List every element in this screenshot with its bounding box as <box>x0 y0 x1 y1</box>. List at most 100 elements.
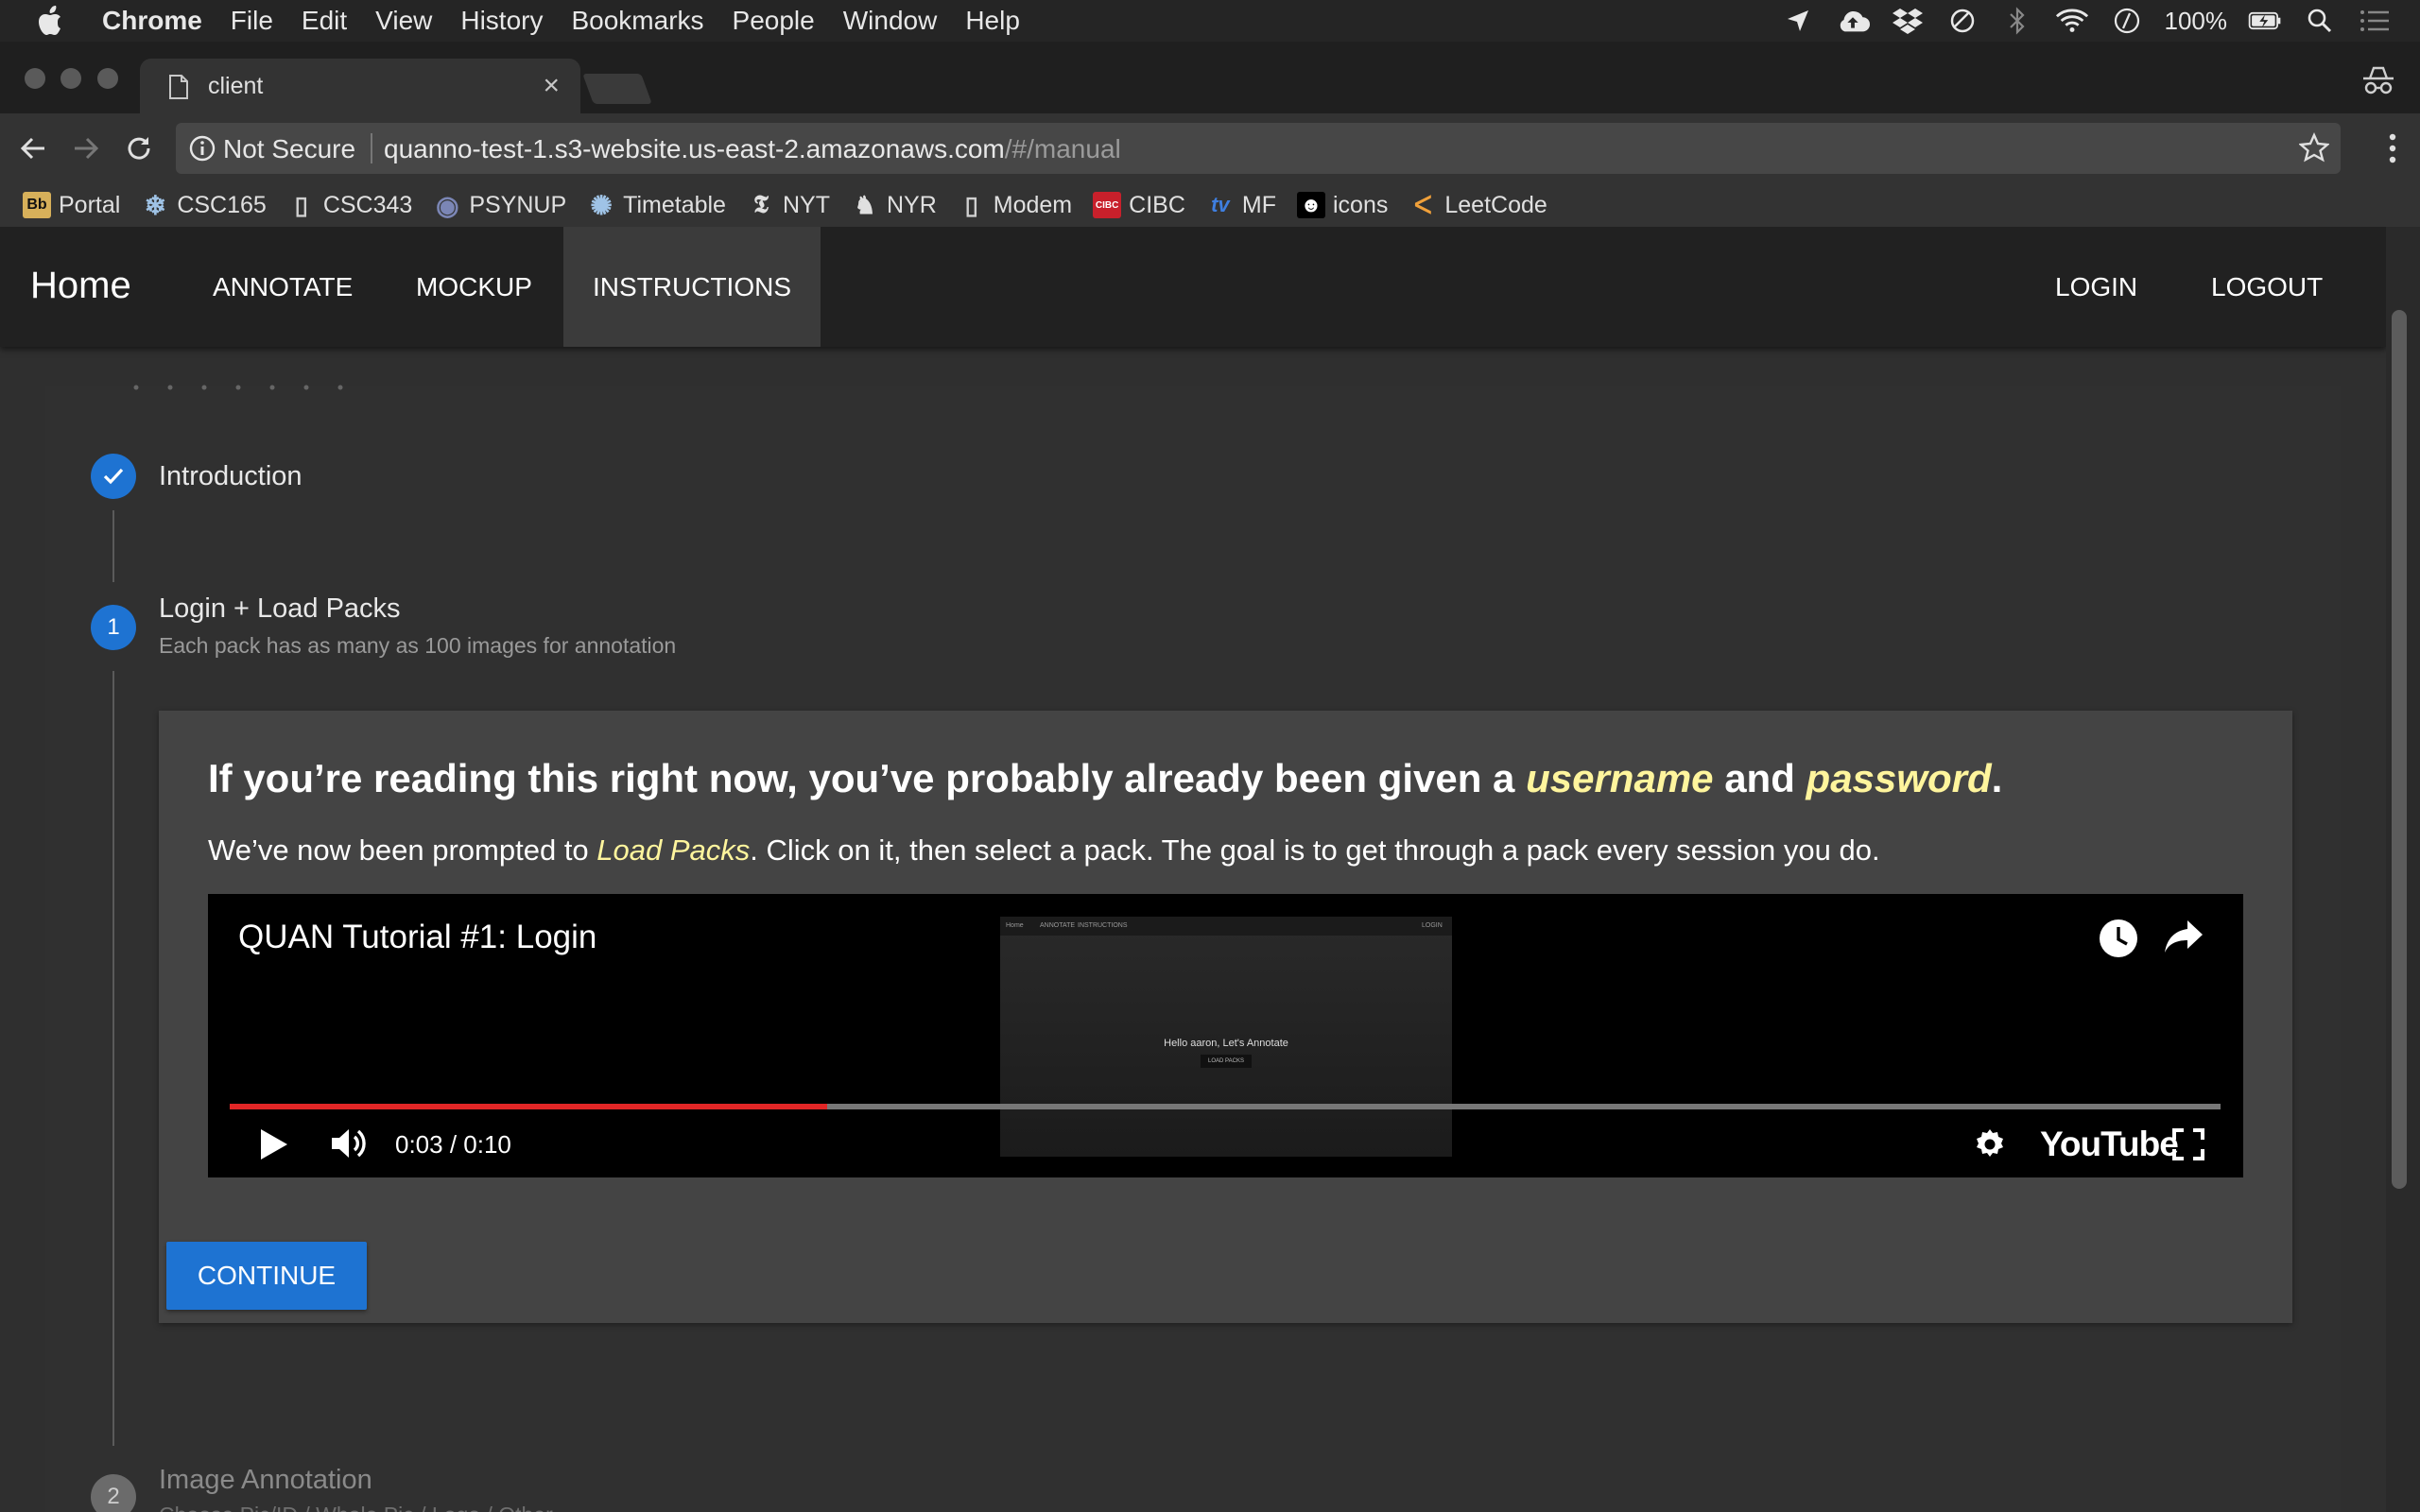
bluetooth-icon[interactable] <box>2000 4 2034 38</box>
menu-app-name[interactable]: Chrome <box>102 6 202 36</box>
spotlight-search-icon[interactable] <box>2303 4 2337 38</box>
security-label[interactable]: Not Secure <box>223 134 355 164</box>
bookmark-timetable[interactable]: ✺ Timetable <box>587 191 726 220</box>
new-tab-button[interactable] <box>582 74 652 104</box>
psynup-icon: ◉ <box>436 190 459 220</box>
step-label-introduction[interactable]: Introduction <box>159 461 302 492</box>
bookmark-leetcode[interactable]: ᐸ LeetCode <box>1409 190 1547 219</box>
step-sublabel: Each pack has as many as 100 images for … <box>159 633 677 658</box>
forward-button[interactable] <box>68 130 104 166</box>
step-sublabel: Choose Pic/ID / Whole Pic / Logo / Other <box>159 1503 553 1512</box>
page-scrollbar-thumb[interactable] <box>2392 310 2407 1189</box>
menu-history[interactable]: History <box>460 6 543 36</box>
subline-highlight-load-packs: Load Packs <box>596 833 751 867</box>
continue-button[interactable]: CONTINUE <box>166 1242 367 1310</box>
bookmark-label: icons <box>1332 191 1389 218</box>
menu-view[interactable]: View <box>375 6 432 36</box>
bookmark-label: Portal <box>59 191 121 218</box>
headline-text: and <box>1713 756 1806 800</box>
headline-text: If you’re reading this right now, you’ve… <box>208 756 1527 800</box>
bookmark-mf[interactable]: tv MF <box>1206 192 1276 219</box>
notification-center-icon[interactable] <box>2358 4 2392 38</box>
bookmark-cibc[interactable]: CIBC CIBC <box>1093 192 1185 219</box>
headline-highlight-username: username <box>1526 756 1714 800</box>
battery-charging-icon[interactable] <box>2248 4 2282 38</box>
step-label-login-load-packs[interactable]: Login + Load Packs <box>159 593 401 625</box>
bookmark-icons[interactable]: ☻ icons <box>1296 191 1389 219</box>
home-link[interactable]: Home <box>30 265 131 307</box>
menu-bookmarks[interactable]: Bookmarks <box>571 6 703 36</box>
url-path: /#/manual <box>1004 134 1121 163</box>
url-text[interactable]: quanno-test-1.s3-website.us-east-2.amazo… <box>384 134 1121 164</box>
incognito-icon[interactable] <box>2360 62 2397 100</box>
fullscreen-icon[interactable] <box>2170 1126 2206 1167</box>
youtube-video-player[interactable]: Home ANNOTATE INSTRUCTIONS LOGIN Hello a… <box>208 894 2243 1177</box>
menu-edit[interactable]: Edit <box>302 6 347 36</box>
page-icon <box>168 74 189 105</box>
step-number-badge[interactable]: 2 <box>91 1474 136 1512</box>
macos-menu-bar: Chrome File Edit View History Bookmarks … <box>0 0 2420 42</box>
menu-file[interactable]: File <box>231 6 273 36</box>
menu-window[interactable]: Window <box>843 6 938 36</box>
bookmark-label: NYR <box>886 191 937 218</box>
chrome-menu-icon[interactable] <box>2388 132 2397 169</box>
nav-logout[interactable]: LOGOUT <box>2182 227 2352 347</box>
speed-gauge-icon[interactable] <box>2110 4 2144 38</box>
bookmark-modem[interactable]: ▯ Modem <box>958 190 1073 219</box>
thumb-nav-item: INSTRUCTIONS <box>1078 922 1128 929</box>
bookmark-portal[interactable]: Bb Portal <box>23 192 120 219</box>
settings-gear-icon[interactable] <box>1972 1126 2008 1167</box>
window-close-button[interactable] <box>25 68 45 89</box>
window-zoom-button[interactable] <box>97 68 118 89</box>
dropbox-icon[interactable] <box>1891 4 1925 38</box>
thumb-nav-item: LOGIN <box>1422 922 1443 929</box>
step-completed-check-icon[interactable] <box>91 454 136 499</box>
location-arrow-icon[interactable] <box>1781 4 1815 38</box>
page-icon: ▯ <box>964 190 978 219</box>
watch-later-icon[interactable] <box>2097 917 2140 965</box>
menu-people[interactable]: People <box>733 6 815 36</box>
status-menu-extras: 100% <box>1781 0 2393 42</box>
browser-tab[interactable]: client × <box>140 59 580 113</box>
address-bar[interactable]: Not Secure quanno-test-1.s3-website.us-e… <box>176 123 2341 174</box>
volume-icon[interactable] <box>329 1125 371 1167</box>
nav-mockup[interactable]: MOCKUP <box>387 227 562 347</box>
info-icon[interactable] <box>189 135 216 166</box>
bookmark-psynup[interactable]: ◉ PSYNUP <box>433 190 566 220</box>
bookmark-label: CSC343 <box>322 191 413 218</box>
step-number-badge[interactable]: 1 <box>91 605 136 650</box>
scrolled-content-fragment <box>133 385 343 390</box>
battery-percent: 100% <box>2164 6 2228 35</box>
play-icon[interactable] <box>257 1126 289 1167</box>
video-progress-played[interactable] <box>230 1104 827 1109</box>
bookmark-label: NYT <box>782 191 830 218</box>
url-host: quanno-test-1.s3-website.us-east-2.amazo… <box>384 134 1005 163</box>
back-button[interactable] <box>15 130 51 166</box>
bookmark-nyr[interactable]: ♞ NYR <box>851 191 937 219</box>
step-label-image-annotation[interactable]: Image Annotation <box>159 1465 372 1496</box>
leetcode-icon: ᐸ <box>1413 190 1432 219</box>
youtube-logo[interactable]: YouTube <box>2040 1125 2179 1164</box>
nav-instructions[interactable]: INSTRUCTIONS <box>563 227 821 347</box>
menu-help[interactable]: Help <box>965 6 1020 36</box>
app-navbar: Home ANNOTATE MOCKUP INSTRUCTIONS LOGIN … <box>0 227 2386 347</box>
apple-icon[interactable] <box>38 6 66 36</box>
bookmark-csc343[interactable]: ▯ CSC343 <box>287 191 413 219</box>
nav-login[interactable]: LOGIN <box>2026 227 2167 347</box>
share-icon[interactable] <box>2163 919 2204 961</box>
tab-close-button[interactable]: × <box>543 70 560 102</box>
bookmark-label: CIBC <box>1129 191 1185 218</box>
window-minimize-button[interactable] <box>60 68 81 89</box>
cloud-upload-icon[interactable] <box>1836 4 1870 38</box>
reload-button[interactable] <box>121 130 157 166</box>
wifi-icon[interactable] <box>2055 4 2089 38</box>
thumb-greeting: Hello aaron, Let's Annotate <box>1164 1038 1288 1049</box>
bookmark-csc165[interactable]: ❄ CSC165 <box>141 191 267 220</box>
mf-icon: tv <box>1211 193 1230 216</box>
video-title[interactable]: QUAN Tutorial #1: Login <box>238 919 596 956</box>
do-not-disturb-icon[interactable] <box>1945 4 1979 38</box>
tab-title: client <box>208 73 264 99</box>
bookmark-nyt[interactable]: 𝕿 NYT <box>747 190 830 219</box>
bookmark-star-icon[interactable] <box>2298 132 2330 167</box>
nav-annotate[interactable]: ANNOTATE <box>183 227 382 347</box>
